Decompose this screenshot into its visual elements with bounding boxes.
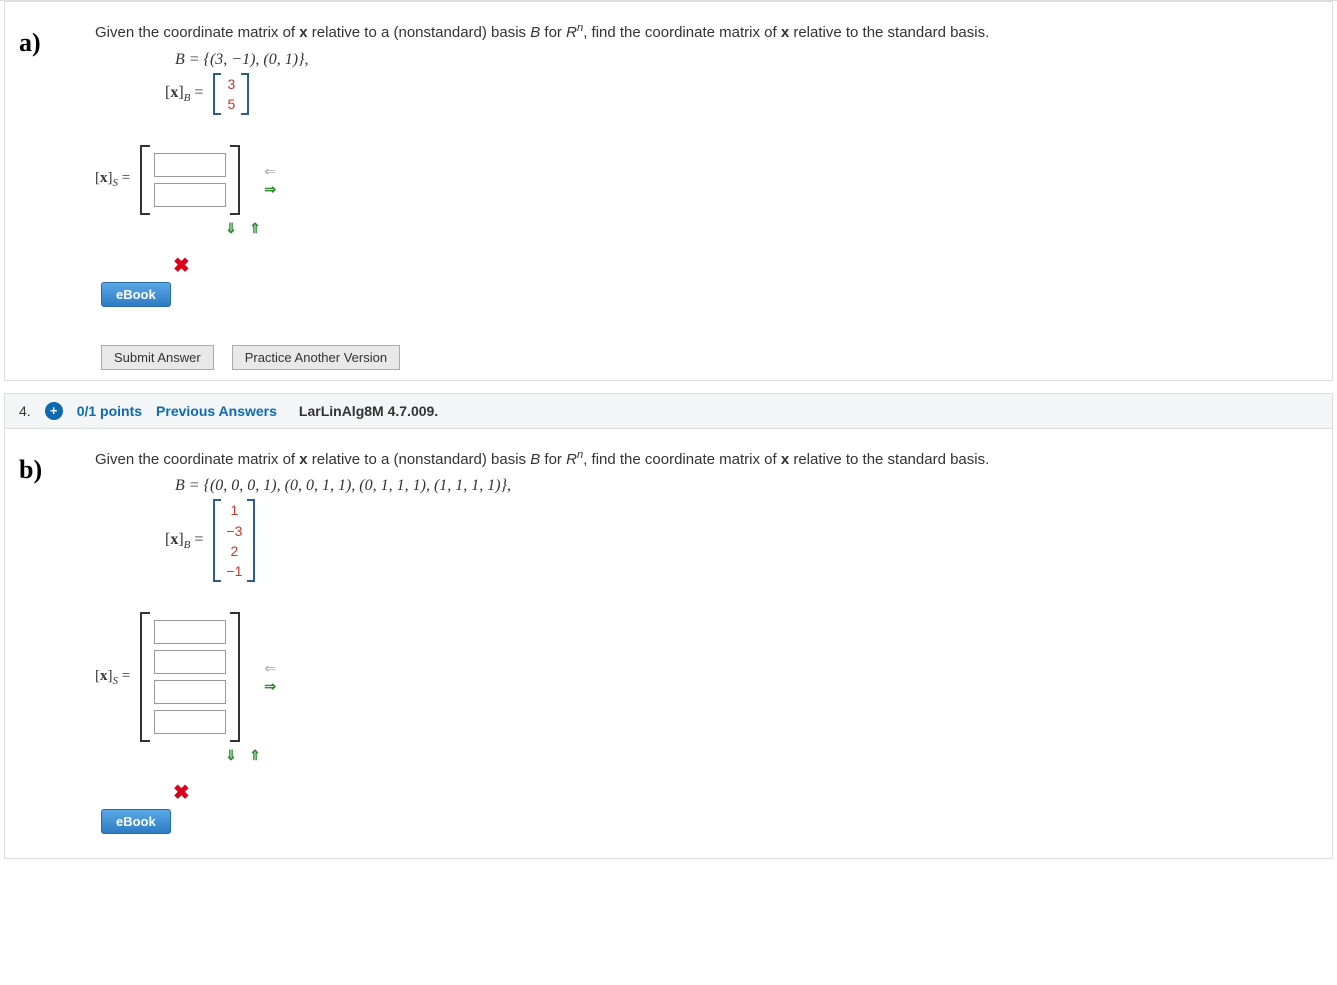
ebook-button-a[interactable]: eBook [101, 282, 171, 307]
matrix-cell: −3 [223, 522, 245, 540]
ebook-button-b[interactable]: eBook [101, 809, 171, 834]
prompt-b-text3: for [540, 451, 566, 468]
xb-a-matrix: 3 5 [213, 73, 249, 115]
add-col-icon[interactable]: ⇒ [260, 679, 280, 693]
xs-a-input-1[interactable] [154, 153, 226, 177]
matrix-cell: 2 [226, 542, 242, 560]
xs-b-label: [x]S = [95, 668, 130, 687]
remove-col-icon[interactable]: ⇐ [260, 164, 280, 178]
xs-b-input-2[interactable] [154, 650, 226, 674]
prompt-b-text4: , find the coordinate matrix of [583, 451, 781, 468]
prompt-a-text3: for [540, 24, 566, 41]
equals: = [118, 668, 130, 684]
col-controls-b: ⇐ ⇒ [260, 661, 280, 693]
prompt-b-x: x [299, 451, 307, 468]
xs-b-input-1[interactable] [154, 620, 226, 644]
prompt-a-x: x [299, 24, 307, 41]
x-bold: x [100, 170, 108, 186]
add-col-icon[interactable]: ⇒ [260, 182, 280, 196]
prompt-a: Given the coordinate matrix of x relativ… [95, 20, 1322, 45]
add-row-icon[interactable]: ⇓ [221, 221, 241, 235]
prompt-b: Given the coordinate matrix of x relativ… [95, 447, 1322, 472]
prompt-b-text2: relative to a (nonstandard) basis [308, 451, 531, 468]
row-controls-b: ⇓ ⇑ [221, 748, 1322, 762]
question-4-header: 4. + 0/1 points Previous Answers LarLinA… [4, 393, 1333, 429]
points-label: 0/1 points [77, 403, 142, 419]
xs-a-input-matrix [140, 145, 240, 215]
xb-b-matrix: 1 −3 2 −1 [213, 499, 255, 582]
question-number: 4. [19, 403, 31, 419]
question-a-block: a) Given the coordinate matrix of x rela… [4, 1, 1333, 381]
equals: = [118, 170, 130, 186]
expand-icon[interactable]: + [45, 402, 63, 420]
incorrect-icon: ✖ [173, 780, 1322, 805]
part-a-label: a) [19, 28, 41, 58]
practice-another-button[interactable]: Practice Another Version [232, 345, 400, 370]
previous-answers-link[interactable]: Previous Answers [156, 403, 277, 419]
prompt-a-R: R [566, 24, 577, 41]
xs-b-row: [x]S = ⇐ ⇒ [95, 612, 1322, 742]
prompt-a-B: B [530, 24, 540, 41]
xb-a-label: [x]B = [165, 84, 203, 104]
question-b-block: b) Given the coordinate matrix of x rela… [4, 429, 1333, 859]
prompt-b-B: B [530, 451, 540, 468]
remove-row-icon[interactable]: ⇑ [245, 221, 265, 235]
equals: = [190, 84, 203, 101]
prompt-b-x2: x [781, 451, 789, 468]
remove-row-icon[interactable]: ⇑ [245, 748, 265, 762]
add-row-icon[interactable]: ⇓ [221, 748, 241, 762]
prompt-b-text: Given the coordinate matrix of [95, 451, 299, 468]
equals: = [190, 531, 203, 548]
xb-a-equation: [x]B = 3 5 [165, 73, 1322, 115]
basis-a-line: B = {(3, −1), (0, 1)}, [175, 51, 1322, 69]
question-reference: LarLinAlg8M 4.7.009. [299, 403, 438, 419]
row-controls-a: ⇓ ⇑ [221, 221, 1322, 235]
xs-a-label: [x]S = [95, 170, 130, 189]
prompt-a-text5: relative to the standard basis. [789, 24, 989, 41]
matrix-cell: 3 [223, 75, 239, 93]
xs-b-input-matrix [140, 612, 240, 742]
x-bold: x [100, 668, 108, 684]
xs-a-input-2[interactable] [154, 183, 226, 207]
xs-b-input-3[interactable] [154, 680, 226, 704]
xs-b-input-4[interactable] [154, 710, 226, 734]
col-controls-a: ⇐ ⇒ [260, 164, 280, 196]
part-b-label: b) [19, 455, 42, 485]
prompt-a-text2: relative to a (nonstandard) basis [308, 24, 531, 41]
prompt-b-text5: relative to the standard basis. [789, 451, 989, 468]
xb-b-label: [x]B = [165, 531, 203, 551]
xs-a-row: [x]S = ⇐ ⇒ [95, 145, 1322, 215]
prompt-a-x2: x [781, 24, 789, 41]
matrix-cell: 1 [226, 501, 242, 519]
matrix-cell: 5 [223, 95, 239, 113]
prompt-a-text4: , find the coordinate matrix of [583, 24, 781, 41]
remove-col-icon[interactable]: ⇐ [260, 661, 280, 675]
action-row-a: Submit Answer Practice Another Version [101, 345, 1322, 370]
basis-b-line: B = {(0, 0, 0, 1), (0, 0, 1, 1), (0, 1, … [175, 477, 1322, 495]
matrix-cell: −1 [223, 562, 245, 580]
prompt-a-text: Given the coordinate matrix of [95, 24, 299, 41]
submit-answer-button[interactable]: Submit Answer [101, 345, 214, 370]
prompt-b-R: R [566, 451, 577, 468]
xb-b-equation: [x]B = 1 −3 2 −1 [165, 499, 1322, 582]
incorrect-icon: ✖ [173, 253, 1322, 278]
